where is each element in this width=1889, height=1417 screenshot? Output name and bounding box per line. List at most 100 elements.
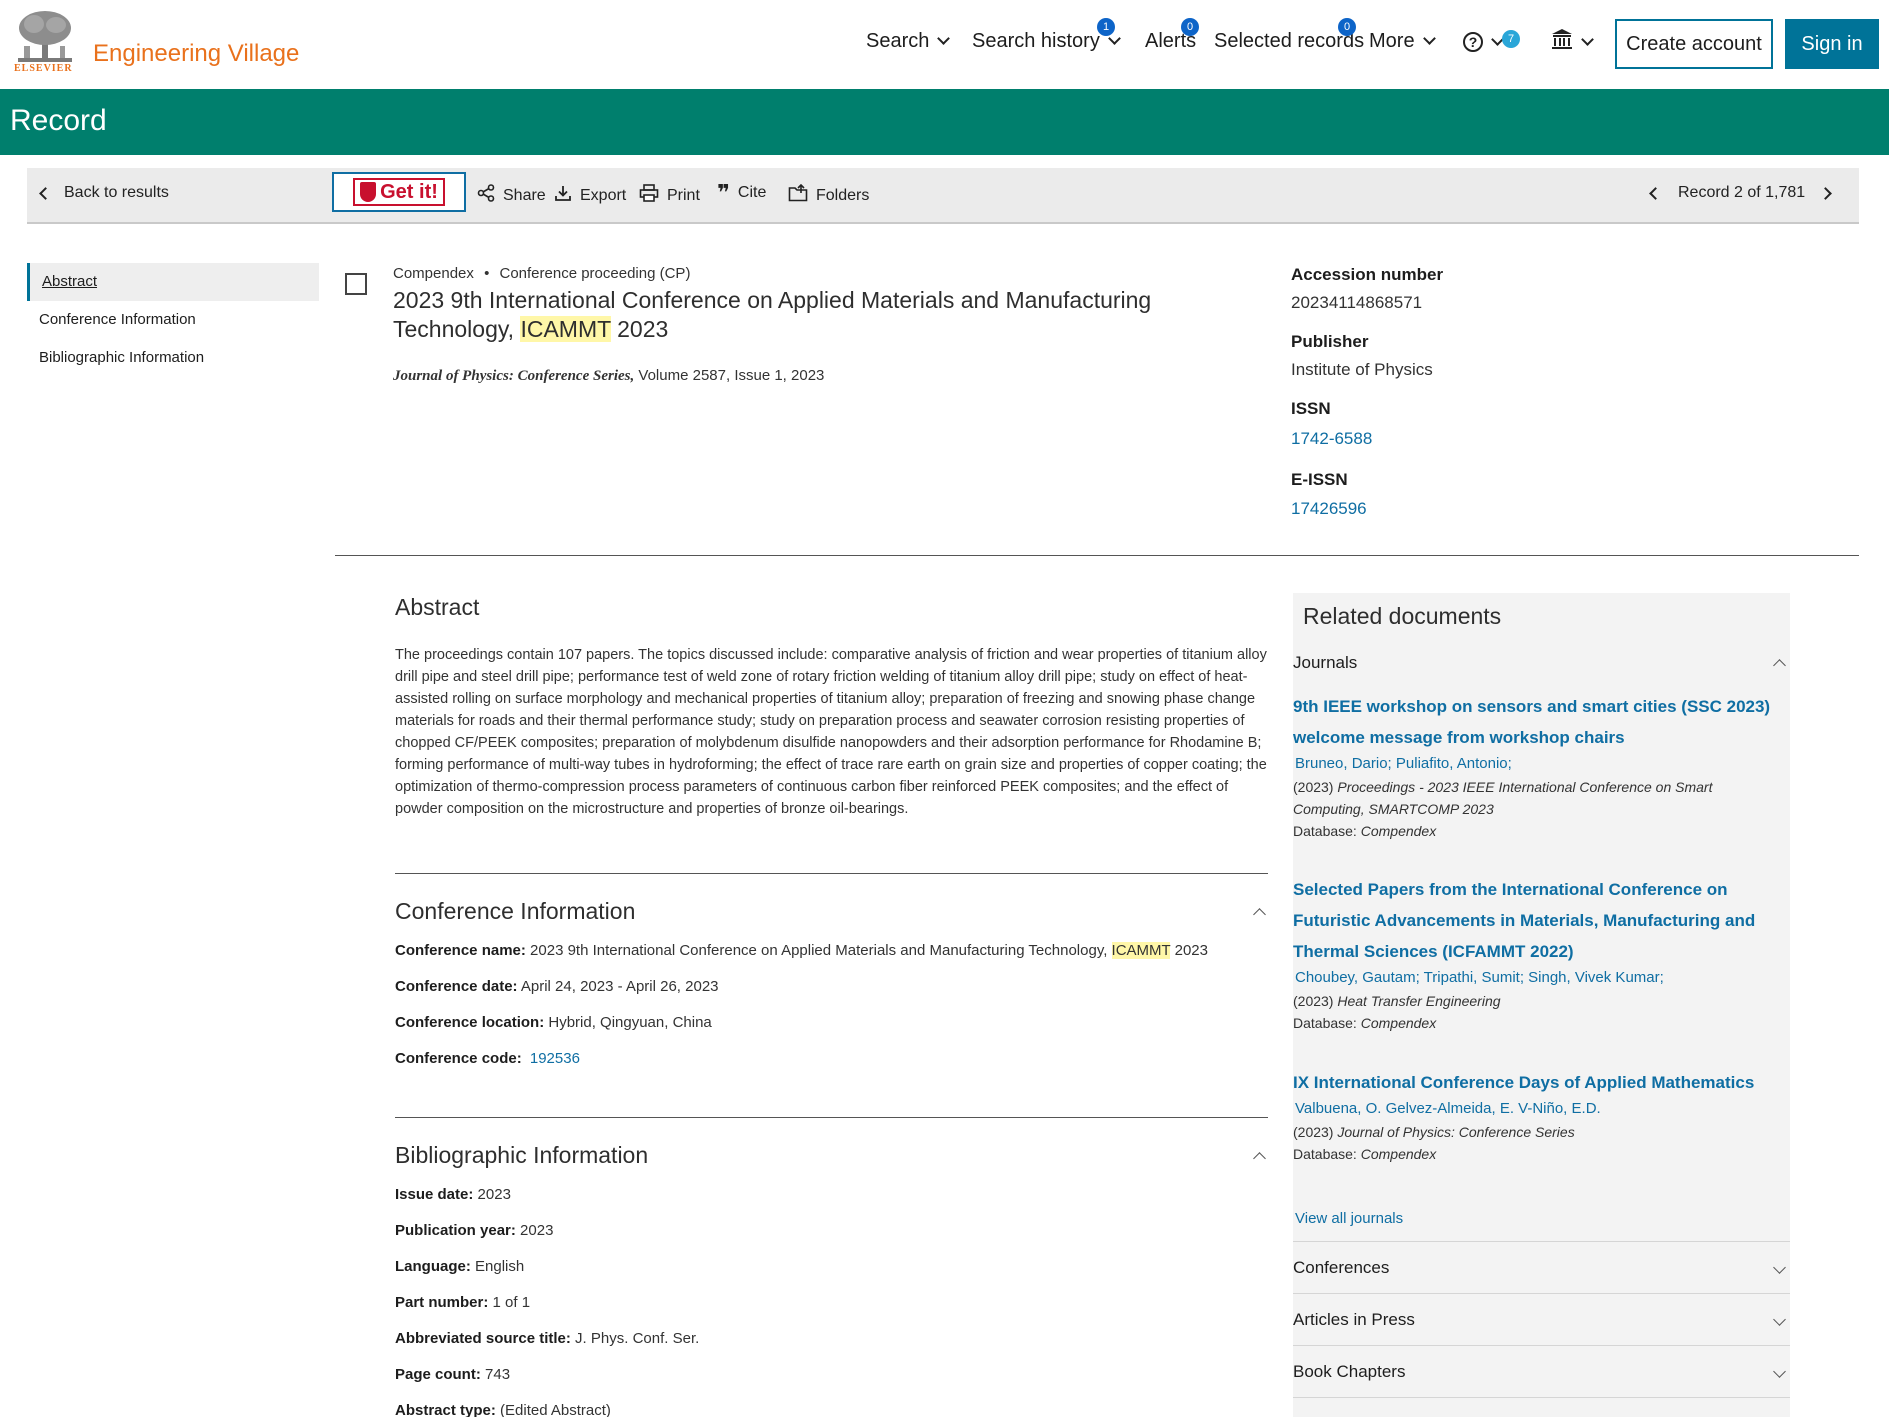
journals-accordion-header[interactable]: Journals	[1293, 653, 1790, 673]
related-item-title[interactable]: IX International Conference Days of Appl…	[1293, 1073, 1754, 1092]
biblio-label: Abbreviated source title:	[395, 1330, 571, 1347]
alerts-count-badge: 0	[1181, 18, 1199, 36]
section-nav-bibliographic-information[interactable]: Bibliographic Information	[27, 339, 319, 377]
database-label: Database:	[1293, 1146, 1357, 1162]
record-title-main: 2023 9th International Conference on App…	[393, 287, 1152, 342]
divider	[395, 1117, 1268, 1118]
conferences-accordion[interactable]: Conferences	[1293, 1241, 1790, 1293]
biblio-value: (Edited Abstract)	[495, 1402, 611, 1417]
folders-label: Folders	[816, 186, 870, 204]
search-history-count-badge: 1	[1097, 18, 1115, 36]
back-to-results-label: Back to results	[64, 184, 169, 201]
biblio-value: English	[470, 1258, 525, 1275]
record-title-band: Record	[0, 89, 1889, 155]
database-value: Compendex	[1360, 1146, 1437, 1162]
record-title: 2023 9th International Conference on App…	[393, 286, 1263, 344]
share-button[interactable]: Share	[477, 184, 546, 207]
related-item-database: Database: Compendex	[1293, 820, 1785, 842]
divider	[395, 873, 1268, 874]
issn-label: ISSN	[1291, 399, 1331, 418]
publisher-label: Publisher	[1291, 332, 1369, 351]
conference-location-label: Conference location:	[395, 1014, 545, 1031]
collapse-chevron-up-icon[interactable]	[1253, 908, 1266, 921]
conference-date-value: April 24, 2023 - April 26, 2023	[517, 978, 719, 995]
get-it-label: Get it!	[380, 180, 438, 203]
articles-in-press-accordion[interactable]: Articles in Press	[1293, 1293, 1790, 1345]
eissn-link[interactable]: 17426596	[1291, 499, 1367, 519]
brand-name[interactable]: Engineering Village	[93, 40, 299, 68]
nav-more[interactable]: More	[1369, 30, 1436, 53]
biblio-label: Abstract type:	[395, 1402, 496, 1417]
issn-link[interactable]: 1742-6588	[1291, 429, 1372, 449]
accordion-label: Articles in Press	[1293, 1309, 1415, 1329]
elsevier-tree-logo-icon[interactable]	[14, 8, 76, 64]
biblio-row: Issue date: 2023	[395, 1186, 699, 1222]
chevron-left-icon	[39, 186, 52, 200]
biblio-row: Publication year: 2023	[395, 1222, 699, 1258]
biblio-value: 2023	[515, 1222, 554, 1239]
related-item-database: Database: Compendex	[1293, 1143, 1785, 1165]
conference-code-link[interactable]: 192536	[530, 1050, 580, 1067]
section-nav-conference-information[interactable]: Conference Information	[27, 301, 319, 339]
source-citation: Journal of Physics: Conference Series, V…	[393, 367, 824, 385]
bullet-separator: •	[484, 265, 490, 282]
nav-more-label: More	[1369, 30, 1415, 52]
related-item-authors[interactable]: Choubey, Gautam; Tripathi, Sumit; Singh,…	[1293, 969, 1785, 986]
printer-icon	[639, 184, 659, 207]
accordion-label: Conferences	[1293, 1257, 1390, 1277]
book-chapters-accordion[interactable]: Book Chapters	[1293, 1345, 1790, 1397]
chevron-down-icon	[1773, 1313, 1786, 1326]
conference-location-value: Hybrid, Qingyuan, China	[544, 1014, 712, 1031]
accession-number-label: Accession number	[1291, 265, 1444, 284]
create-account-button[interactable]: Create account	[1615, 19, 1773, 69]
institution-menu[interactable]	[1551, 28, 1594, 56]
related-item-source-title: Proceedings - 2023 IEEE International Co…	[1293, 779, 1713, 817]
biblio-row: Part number: 1 of 1	[395, 1294, 699, 1330]
source-volume-issue: Volume 2587, Issue 1, 2023	[634, 367, 825, 384]
help-menu[interactable]: ?	[1463, 32, 1504, 52]
biblio-label: Issue date:	[395, 1186, 474, 1203]
section-nav-abstract[interactable]: Abstract	[27, 263, 319, 301]
cite-label: Cite	[737, 184, 767, 201]
nav-search-label: Search	[866, 30, 930, 52]
next-record-chevron-icon[interactable]	[1819, 186, 1833, 200]
previous-record-chevron-icon[interactable]	[1649, 186, 1662, 200]
abstract-heading: Abstract	[395, 594, 480, 620]
folders-button[interactable]: Folders	[788, 183, 870, 207]
biblio-value: 2023	[473, 1186, 511, 1203]
related-item-title[interactable]: 9th IEEE workshop on sensors and smart c…	[1293, 697, 1770, 747]
select-record-checkbox[interactable]	[345, 273, 367, 295]
biblio-label: Page count:	[395, 1366, 481, 1383]
nav-search-history[interactable]: Search history	[972, 30, 1121, 53]
print-label: Print	[667, 186, 700, 204]
export-button[interactable]: Export	[554, 184, 626, 207]
document-type: Conference proceeding (CP)	[499, 265, 691, 282]
accordion-label: Book Chapters	[1293, 1361, 1406, 1381]
share-icon	[477, 184, 495, 207]
nav-search-history-label: Search history	[972, 30, 1100, 52]
nav-search[interactable]: Search	[866, 30, 951, 53]
conference-information-heading: Conference Information	[395, 898, 636, 924]
related-item-source: (2023) Proceedings - 2023 IEEE Internati…	[1293, 776, 1785, 820]
get-it-button[interactable]: Get it!	[332, 172, 466, 212]
cite-button[interactable]: ❞ Cite	[717, 182, 767, 204]
collapse-chevron-up-icon[interactable]	[1253, 1152, 1266, 1165]
back-to-results-link[interactable]: Back to results	[39, 184, 169, 202]
related-item-title[interactable]: Selected Papers from the International C…	[1293, 880, 1755, 961]
accession-number-value: 20234114868571	[1291, 293, 1423, 312]
related-item-source: (2023) Heat Transfer Engineering	[1293, 990, 1785, 1012]
print-button[interactable]: Print	[639, 184, 700, 207]
biblio-label: Publication year:	[395, 1222, 516, 1239]
related-item-authors[interactable]: Bruneo, Dario; Puliafito, Antonio;	[1293, 755, 1785, 772]
related-item-authors[interactable]: Valbuena, O. Gelvez-Almeida, E. V-Niño, …	[1293, 1100, 1785, 1117]
conference-name-highlight: ICAMMT	[1111, 942, 1171, 959]
view-all-journals-link[interactable]: View all journals	[1295, 1210, 1403, 1227]
database-name: Compendex	[393, 265, 474, 282]
biblio-label: Language:	[395, 1258, 471, 1275]
biblio-row: Abbreviated source title: J. Phys. Conf.…	[395, 1330, 699, 1366]
biblio-value: 1 of 1	[488, 1294, 531, 1311]
sign-in-button[interactable]: Sign in	[1785, 19, 1879, 69]
top-navigation-bar: ELSEVIER Engineering Village Search Sear…	[0, 0, 1889, 89]
related-item-year: (2023)	[1293, 1124, 1334, 1140]
related-item: IX International Conference Days of Appl…	[1293, 1067, 1785, 1165]
